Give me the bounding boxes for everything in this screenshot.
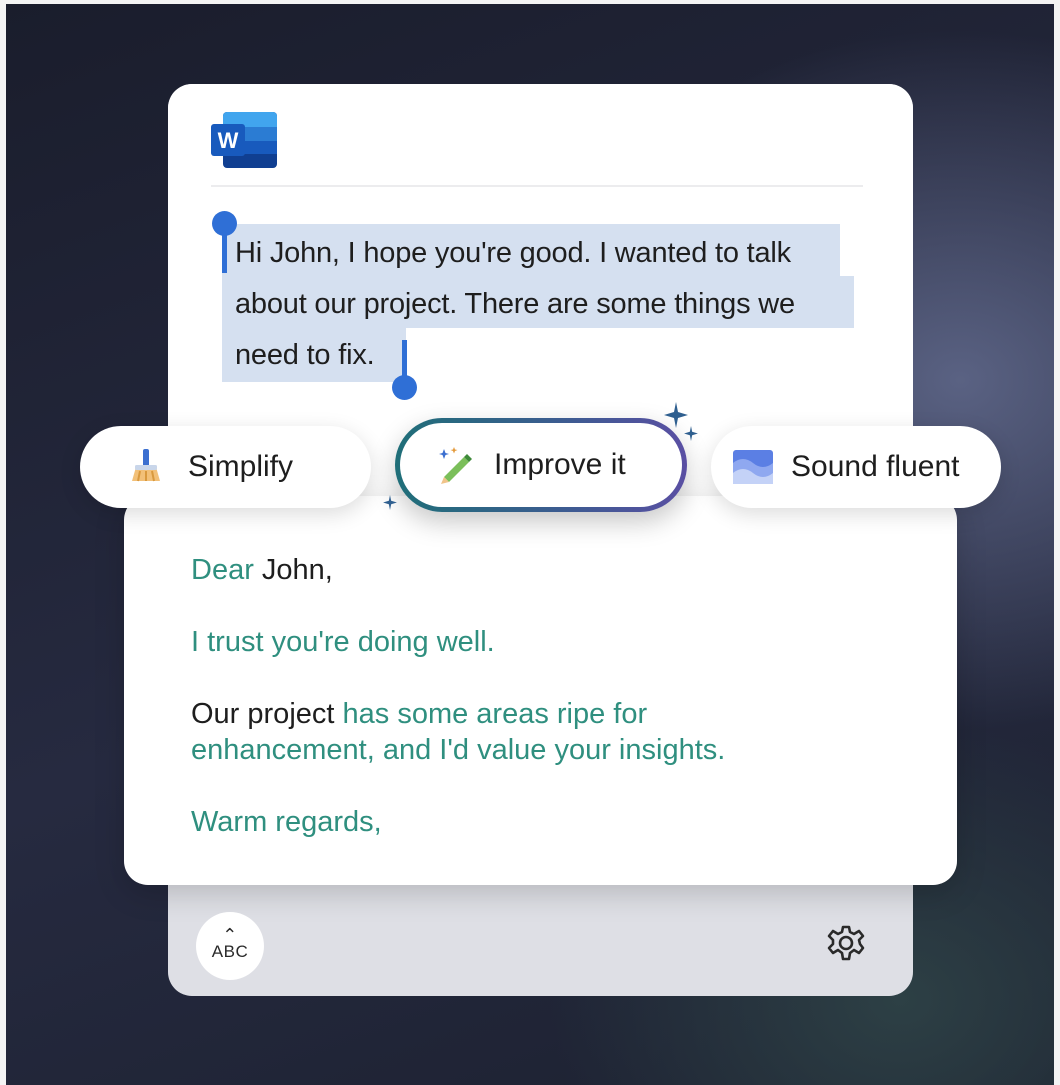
screen-edge-top: [0, 0, 1060, 4]
kept-text: Our project: [191, 698, 343, 730]
screen-edge-left: [0, 0, 6, 1085]
improve-it-label: Improve it: [494, 448, 626, 481]
screen-edge-right: [1054, 0, 1060, 1085]
selected-text[interactable]: Hi John, I hope you're good. I wanted to…: [235, 228, 855, 381]
kept-text: John,: [253, 554, 333, 586]
simplify-button[interactable]: Simplify: [80, 426, 371, 508]
selected-line: need to fix.: [235, 339, 375, 371]
suggestion-text: Dear John, I trust you're doing well. Ou…: [191, 552, 891, 876]
sound-fluent-label: Sound fluent: [791, 450, 960, 483]
suggestion-closing: Warm regards,: [191, 806, 382, 838]
wave-icon: [733, 447, 773, 487]
chevron-up-icon: ⌃: [222, 925, 238, 945]
changed-text: Dear: [191, 554, 254, 586]
sparkle-icon: [664, 402, 688, 428]
improve-it-button[interactable]: Improve it: [395, 418, 687, 512]
changed-text: enhancement, and I'd value your insights…: [191, 734, 726, 766]
selection-start-handle-knob[interactable]: [212, 211, 237, 236]
suggestion-greeting: Dear John,: [191, 552, 891, 588]
changed-text: has some areas ripe for: [342, 698, 648, 730]
suggestion-line: I trust you're doing well.: [191, 626, 495, 658]
suggestion-paragraph: Our project has some areas ripe for enhan…: [191, 696, 891, 768]
magic-pencil-icon: [436, 445, 476, 485]
spellcheck-button[interactable]: ⌃ ABC: [196, 912, 264, 980]
abc-label: ABC: [211, 942, 249, 961]
sparkle-icon: [383, 495, 397, 510]
selected-line: Hi John, I hope you're good. I wanted to…: [235, 237, 791, 269]
selection-end-handle-knob[interactable]: [392, 375, 417, 400]
divider: [211, 185, 863, 187]
word-icon: W: [211, 112, 277, 168]
gear-icon[interactable]: [824, 921, 868, 965]
broom-icon: [126, 447, 166, 487]
sparkle-icon: [684, 426, 698, 441]
selected-line: about our project. There are some things…: [235, 288, 795, 320]
word-logo-letter: W: [218, 128, 239, 153]
sound-fluent-button[interactable]: Sound fluent: [711, 426, 1001, 508]
simplify-label: Simplify: [188, 450, 294, 483]
